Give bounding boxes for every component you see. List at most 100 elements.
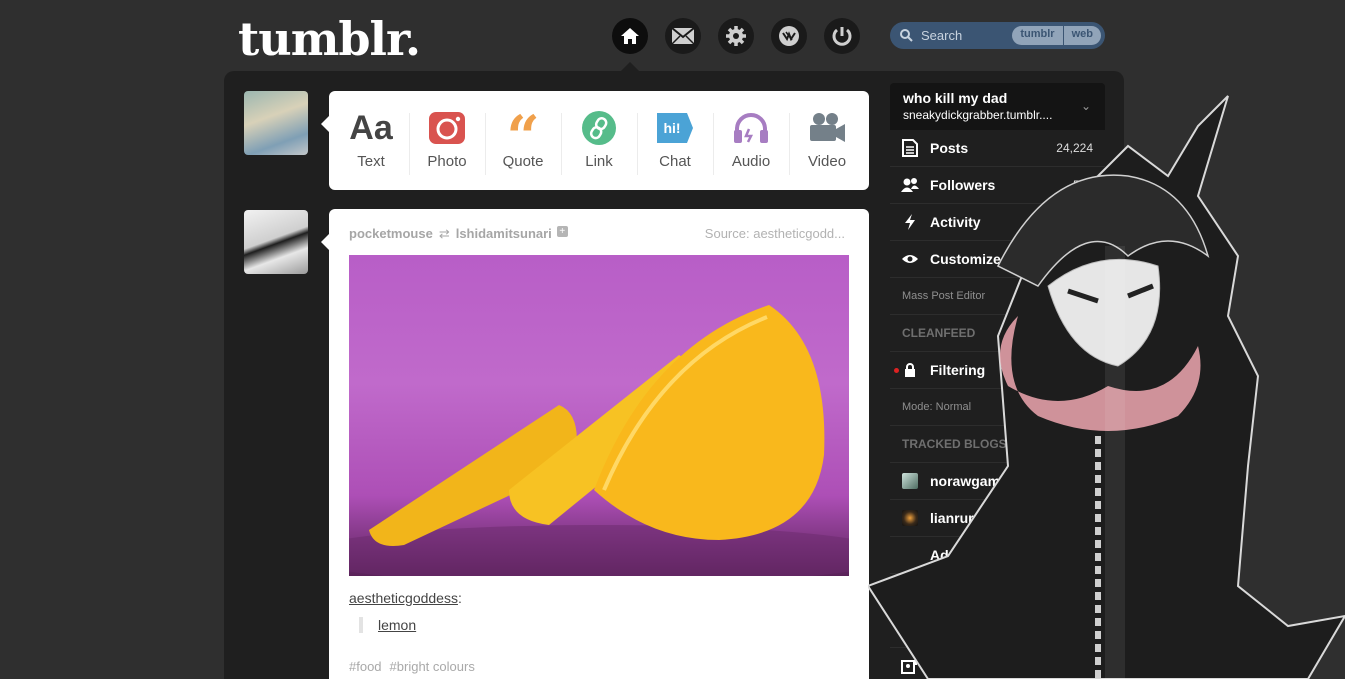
svg-text:hi!: hi! [663,120,680,136]
document-icon [902,139,918,157]
post-photo[interactable] [349,255,849,576]
nav-activity-button[interactable] [771,18,807,54]
caption-user-link[interactable]: aestheticgoddess [349,590,458,606]
lightning-icon [905,214,915,230]
post-card: pocketmouse ⇄ lshidamitsunari + Source: … [321,209,869,679]
sidebar-item-label: Following 198 blogs [930,658,1064,674]
search-icon [900,29,913,42]
heart-icon [902,622,918,635]
follow-plus-icon[interactable]: + [556,226,568,237]
post-type-bar: Aa Text Photo “ Quote Link hi! Chat Audi… [321,91,869,190]
post-type-video[interactable]: Video [789,109,865,190]
audio-icon [734,113,768,143]
add-person-label: Add a new person [930,547,1051,563]
sidebar-item-liked[interactable]: Liked 2,156 posts [890,611,1105,648]
tracked-blog-label: norawgami [930,473,1004,489]
post-author-avatar[interactable] [244,210,308,274]
mail-icon [671,27,695,45]
sidebar-item-posts[interactable]: Posts 24,224 [890,130,1105,167]
blog-selector[interactable]: who kill my dad sneakydickgrabber.tumblr… [890,83,1105,130]
section-header-account: ACCOUNT [890,574,1105,611]
change-help-link[interactable]: change/help [1033,401,1093,413]
post-tags: #food #bright colours [349,659,475,674]
nav-active-caret [621,62,639,71]
sidebar-item-label: Filtering [930,362,986,378]
search-bar[interactable]: Search tumblr web [890,22,1105,49]
post-type-link[interactable]: Link [561,109,637,190]
filter-mode-row: Mode: Normal change/help [890,389,1105,426]
top-nav [612,18,860,54]
post-type-chat[interactable]: hi! Chat [637,109,713,190]
chat-icon: hi! [657,113,693,143]
following-icon [901,659,919,674]
sidebar: who kill my dad sneakydickgrabber.tumblr… [890,83,1105,679]
post-type-label: Link [585,153,613,170]
post-quote: lemon [359,617,416,633]
chevron-down-icon: ⌄ [1080,99,1091,113]
add-person-link[interactable]: Add a new person [890,537,1105,574]
nav-home-button[interactable] [612,18,648,54]
sidebar-item-label: Customize [930,251,1001,267]
quote-link[interactable]: lemon [378,617,416,633]
tracked-blog-label: lianruru [930,510,983,526]
sidebar-item-activity[interactable]: Activity [890,204,1105,241]
photo-icon [429,112,465,144]
followers-count: 559 [1072,178,1093,192]
filtering-value: off [1079,363,1093,377]
tracked-blog-item[interactable]: lianruru [890,500,1105,537]
mass-post-editor-link[interactable]: Mass Post Editor [902,290,985,302]
sidebar-sublinks: Mass Post Editor Blog Settings [890,278,1105,315]
home-icon [621,28,639,44]
post-type-text[interactable]: Aa Text [333,109,409,190]
reblog-icon: ⇄ [438,226,450,241]
avatar[interactable] [244,91,308,155]
eye-icon [902,255,918,263]
posts-count: 24,224 [1056,141,1093,155]
post-type-audio[interactable]: Audio [713,109,789,190]
lock-icon [905,363,915,377]
post-type-quote[interactable]: “ Quote [485,108,561,190]
gear-icon [726,26,746,46]
post-caption: aestheticgoddess: [349,590,462,606]
filter-mode: Mode: Normal [902,401,972,413]
search-scope-toggle: tumblr web [1012,26,1101,45]
post-type-label: Video [807,153,847,170]
sidebar-item-followers[interactable]: Followers 559 [890,167,1105,204]
tumblr-logo[interactable]: tumblr. [238,12,421,66]
post-type-label: Text [357,153,385,170]
nav-settings-button[interactable] [718,18,754,54]
post-type-label: Quote [502,153,544,170]
sidebar-item-label: Posts [930,140,969,156]
tracked-blog-item[interactable]: norawgami [890,463,1105,500]
sidebar-item-label: Liked 2,156 posts [930,621,1047,637]
sidebar-item-label: Activity [930,214,981,230]
power-icon [832,27,852,46]
nav-messages-button[interactable] [665,18,701,54]
post-type-photo[interactable]: Photo [409,109,485,190]
text-icon: Aa [349,108,393,147]
activity-icon [779,26,799,46]
reblogged-from-link[interactable]: lshidamitsunari [456,226,552,242]
post-type-label: Audio [731,153,771,170]
post-type-label: Photo [427,153,467,170]
section-header-cleanfeed: CLEANFEED [890,315,1105,352]
search-input[interactable]: Search [921,28,1012,43]
search-scope-web[interactable]: web [1062,26,1101,45]
sidebar-item-filtering[interactable]: Filtering off [890,352,1105,389]
post-author-link[interactable]: pocketmouse [349,226,433,242]
section-header-tracked: TRACKED BLOGS [890,426,1105,463]
tag[interactable]: #bright colours [390,659,475,674]
sidebar-item-label: Followers [930,177,996,193]
sidebar-item-customize[interactable]: Customize [890,241,1105,278]
sidebar-item-following[interactable]: Following 198 blogs [890,648,1105,679]
search-scope-tumblr[interactable]: tumblr [1012,26,1062,45]
nav-logout-button[interactable] [824,18,860,54]
tag[interactable]: #food [349,659,382,674]
avatar [902,510,918,526]
status-dot [894,367,899,373]
blog-settings-link[interactable]: Blog Settings [1028,290,1093,302]
link-icon [582,111,616,145]
video-icon [810,113,845,142]
post-source-link[interactable]: Source: aestheticgodd... [705,226,845,242]
post-header: pocketmouse ⇄ lshidamitsunari + Source: … [349,226,845,242]
